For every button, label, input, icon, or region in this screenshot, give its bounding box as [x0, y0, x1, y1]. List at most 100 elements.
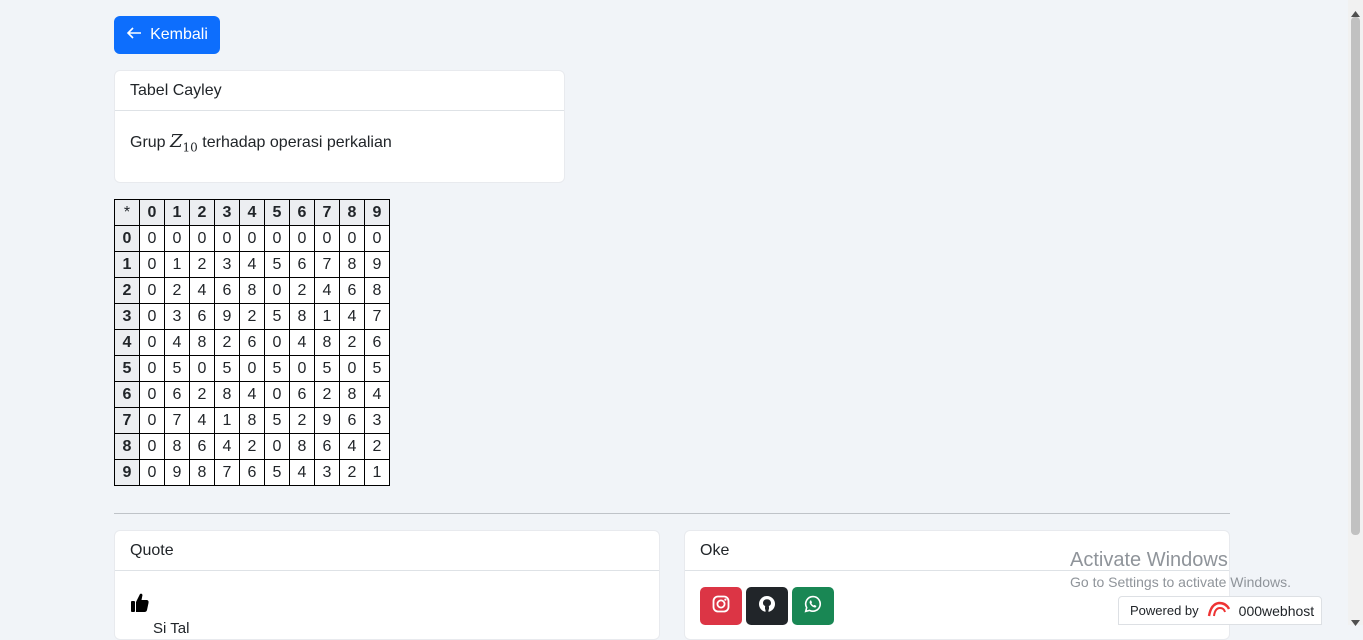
back-button[interactable]: Kembali — [114, 16, 220, 54]
table-cell: 0 — [189, 225, 215, 252]
table-cell: 0 — [139, 303, 165, 330]
table-cell: 5 — [264, 251, 290, 278]
whatsapp-button[interactable] — [792, 587, 834, 625]
table-cell: 6 — [364, 329, 390, 356]
table-cell: 5 — [214, 355, 240, 382]
table-cell: 3 — [314, 459, 340, 486]
scroll-down-arrow[interactable] — [1351, 613, 1360, 631]
table-cell: 6 — [214, 277, 240, 304]
body-prefix: Grup — [130, 134, 166, 151]
table-row: 00000000000 — [114, 225, 390, 252]
table-cell: 9 — [164, 459, 190, 486]
table-cell: 4 — [289, 459, 315, 486]
table-cell: 0 — [339, 225, 365, 252]
column-header: 3 — [214, 199, 240, 226]
table-cell: 5 — [264, 303, 290, 330]
table-cell: 4 — [314, 277, 340, 304]
table-cell: 3 — [164, 303, 190, 330]
table-row: 90987654321 — [114, 459, 390, 486]
table-header-row: * 0 1 2 3 4 5 6 7 8 9 — [114, 199, 390, 226]
table-cell: 9 — [314, 407, 340, 434]
table-cell: 2 — [214, 329, 240, 356]
table-cell: 6 — [239, 329, 265, 356]
table-cell: 6 — [289, 381, 315, 408]
github-button[interactable] — [746, 587, 788, 625]
table-cell: 2 — [289, 277, 315, 304]
powered-by-badge[interactable]: Powered by 000webhost — [1118, 596, 1322, 625]
table-cell: 8 — [239, 277, 265, 304]
table-cell: 2 — [239, 433, 265, 460]
whatsapp-icon — [804, 595, 822, 618]
table-cell: 0 — [139, 277, 165, 304]
table-cell: 2 — [189, 251, 215, 278]
table-cell: 0 — [139, 355, 165, 382]
table-cell: 8 — [214, 381, 240, 408]
row-header: 5 — [114, 355, 140, 382]
column-header: 2 — [189, 199, 215, 226]
table-cell: 1 — [314, 303, 340, 330]
column-header: 5 — [264, 199, 290, 226]
row-header: 1 — [114, 251, 140, 278]
powered-by-brand: 000webhost — [1238, 602, 1315, 619]
scrollbar[interactable] — [1348, 0, 1363, 626]
watermark-subtitle: Go to Settings to activate Windows. — [1070, 574, 1291, 590]
instagram-button[interactable] — [700, 587, 742, 625]
table-cell: 6 — [189, 433, 215, 460]
row-header: 4 — [114, 329, 140, 356]
table-corner: * — [114, 199, 140, 226]
webhost-logo-icon — [1207, 600, 1231, 621]
row-header: 2 — [114, 277, 140, 304]
table-row: 30369258147 — [114, 303, 390, 330]
body-suffix: terhadap operasi perkalian — [202, 134, 392, 151]
table-cell: 0 — [239, 355, 265, 382]
table-cell: 0 — [264, 433, 290, 460]
table-row: 40482604826 — [114, 329, 390, 356]
table-row: 50505050505 — [114, 355, 390, 382]
table-cell: 8 — [164, 433, 190, 460]
back-button-label: Kembali — [150, 26, 208, 43]
table-cell: 0 — [139, 381, 165, 408]
table-cell: 0 — [289, 225, 315, 252]
table-cell: 4 — [189, 277, 215, 304]
row-header: 8 — [114, 433, 140, 460]
table-cell: 0 — [139, 459, 165, 486]
github-icon — [758, 595, 776, 618]
table-cell: 7 — [314, 251, 340, 278]
card-header: Tabel Cayley — [115, 71, 564, 111]
table-cell: 4 — [189, 407, 215, 434]
quote-card: Quote Si Tal — [114, 530, 660, 640]
thumbs-up-icon — [131, 593, 149, 618]
table-cell: 8 — [364, 277, 390, 304]
table-cell: 8 — [189, 459, 215, 486]
column-header: 4 — [239, 199, 265, 226]
table-cell: 0 — [364, 225, 390, 252]
table-cell: 9 — [214, 303, 240, 330]
table-cell: 2 — [339, 459, 365, 486]
cayley-table: * 0 1 2 3 4 5 6 7 8 9 0000000000010123456789202468… — [114, 199, 390, 486]
table-row: 20246802468 — [114, 277, 390, 304]
instagram-icon — [712, 595, 730, 618]
row-header: 9 — [114, 459, 140, 486]
powered-by-prefix: Powered by — [1130, 603, 1199, 618]
table-cell: 5 — [364, 355, 390, 382]
table-cell: 8 — [289, 303, 315, 330]
table-cell: 0 — [189, 355, 215, 382]
table-cell: 4 — [339, 303, 365, 330]
table-cell: 6 — [164, 381, 190, 408]
group-symbol: Z10 — [170, 131, 198, 155]
table-cell: 0 — [289, 355, 315, 382]
scroll-thumb[interactable] — [1351, 17, 1360, 535]
table-cell: 7 — [364, 303, 390, 330]
table-cell: 0 — [214, 225, 240, 252]
table-cell: 4 — [339, 433, 365, 460]
table-cell: 8 — [289, 433, 315, 460]
table-cell: 4 — [239, 381, 265, 408]
table-cell: 0 — [139, 251, 165, 278]
table-cell: 8 — [189, 329, 215, 356]
table-cell: 2 — [364, 433, 390, 460]
table-cell: 8 — [239, 407, 265, 434]
table-row: 80864208642 — [114, 433, 390, 460]
table-cell: 2 — [164, 277, 190, 304]
table-cell: 4 — [214, 433, 240, 460]
table-cell: 2 — [189, 381, 215, 408]
